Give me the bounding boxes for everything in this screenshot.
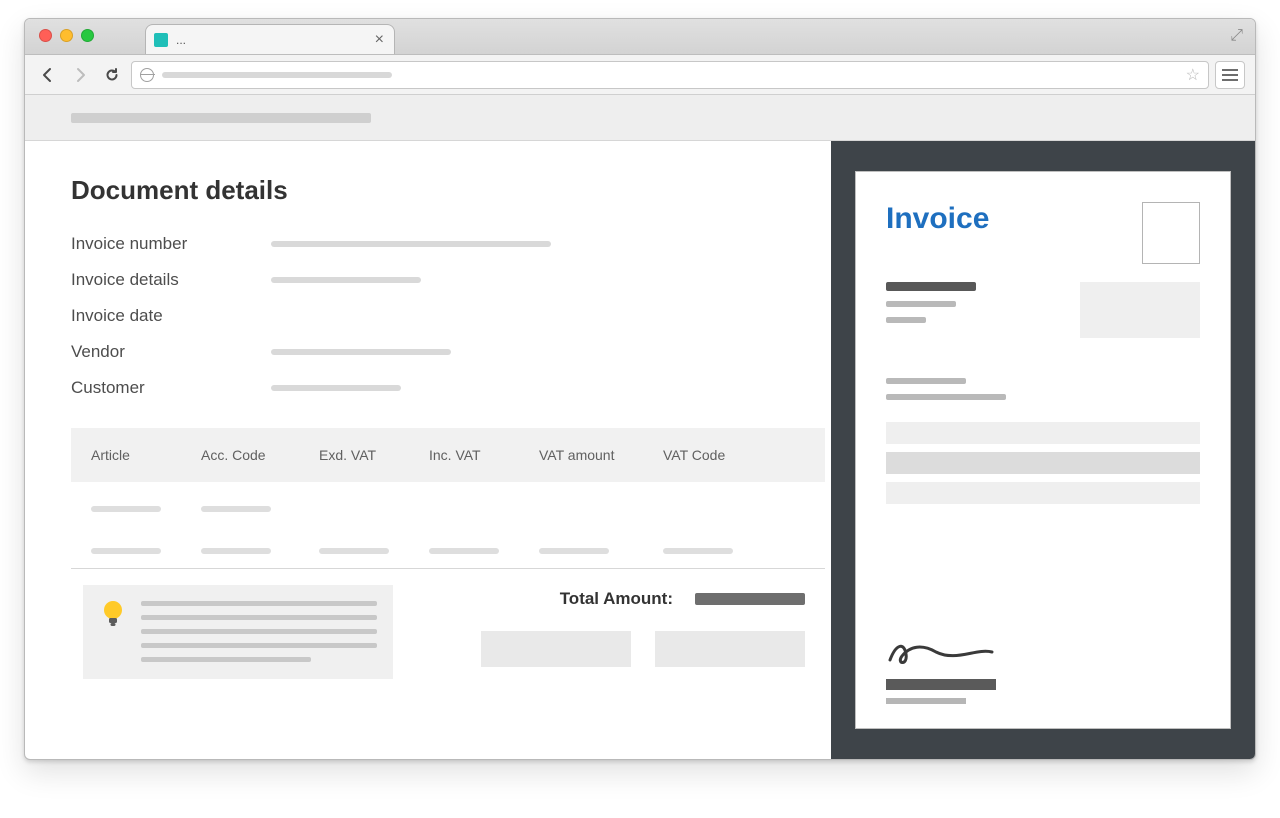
field-value[interactable]	[271, 349, 451, 355]
window-controls	[39, 29, 94, 42]
signature-block	[886, 634, 1200, 704]
tab-title: ...	[176, 33, 367, 47]
expand-icon[interactable]: ⤢	[1230, 27, 1243, 45]
invoice-meta-box	[1080, 282, 1200, 338]
field-label: Invoice date	[71, 306, 271, 326]
table-row	[71, 482, 825, 526]
url-bar[interactable]: ☆	[131, 61, 1209, 89]
globe-icon	[140, 68, 154, 82]
line-items-table: Article Acc. Code Exd. VAT Inc. VAT VAT …	[71, 428, 825, 679]
bookmark-star-icon[interactable]: ☆	[1186, 65, 1200, 85]
col-vat-amount: VAT amount	[539, 447, 663, 463]
tip-box	[83, 585, 393, 679]
field-list: Invoice number Invoice details Invoice d…	[71, 234, 825, 398]
col-inc-vat: Inc. VAT	[429, 447, 539, 463]
invoice-line-table	[886, 422, 1200, 504]
footer-button-2[interactable]	[655, 631, 805, 667]
browser-window: ... × ⤢ ☆ Document details	[24, 18, 1256, 760]
signature-icon	[886, 634, 996, 670]
tab-close-button[interactable]: ×	[375, 32, 384, 48]
tip-text	[141, 599, 377, 665]
browser-toolbar: ☆	[25, 55, 1255, 95]
total-amount-label: Total Amount:	[560, 589, 673, 609]
field-value[interactable]	[271, 241, 551, 247]
field-value[interactable]	[271, 277, 421, 283]
lightbulb-icon	[99, 599, 127, 665]
url-placeholder	[162, 72, 392, 78]
invoice-heading: Invoice	[886, 202, 989, 236]
field-invoice-date: Invoice date	[71, 306, 825, 326]
app-header-placeholder	[71, 113, 371, 123]
invoice-from-block	[886, 282, 976, 338]
total-amount-value	[695, 593, 805, 605]
nav-back-button[interactable]	[35, 62, 61, 88]
col-article: Article	[91, 447, 201, 463]
page-title: Document details	[71, 175, 825, 206]
invoice-to-block	[886, 378, 1200, 400]
field-vendor: Vendor	[71, 342, 825, 362]
nav-reload-button[interactable]	[99, 62, 125, 88]
table-totals-row	[71, 526, 825, 569]
col-vat-code: VAT Code	[663, 447, 763, 463]
document-preview-pane: Invoice	[831, 141, 1255, 759]
invoice-document[interactable]: Invoice	[855, 171, 1231, 729]
field-label: Invoice details	[71, 270, 271, 290]
footer-row: Total Amount:	[71, 569, 825, 679]
browser-tab[interactable]: ... ×	[145, 24, 395, 54]
browser-tab-strip: ... × ⤢	[25, 19, 1255, 55]
field-label: Vendor	[71, 342, 271, 362]
tab-favicon	[154, 33, 168, 47]
browser-menu-button[interactable]	[1215, 61, 1245, 89]
app-header	[25, 95, 1255, 141]
window-minimize-button[interactable]	[60, 29, 73, 42]
nav-forward-button[interactable]	[67, 62, 93, 88]
field-invoice-number: Invoice number	[71, 234, 825, 254]
col-acc-code: Acc. Code	[201, 447, 319, 463]
field-customer: Customer	[71, 378, 825, 398]
document-details-panel: Document details Invoice number Invoice …	[25, 141, 831, 759]
field-value[interactable]	[271, 385, 401, 391]
window-zoom-button[interactable]	[81, 29, 94, 42]
field-label: Customer	[71, 378, 271, 398]
footer-button-1[interactable]	[481, 631, 631, 667]
page-body: Document details Invoice number Invoice …	[25, 141, 1255, 759]
window-close-button[interactable]	[39, 29, 52, 42]
field-invoice-details: Invoice details	[71, 270, 825, 290]
table-header: Article Acc. Code Exd. VAT Inc. VAT VAT …	[71, 428, 825, 482]
total-amount-row: Total Amount:	[425, 589, 805, 609]
invoice-logo-box	[1142, 202, 1200, 264]
col-exd-vat: Exd. VAT	[319, 447, 429, 463]
field-label: Invoice number	[71, 234, 271, 254]
